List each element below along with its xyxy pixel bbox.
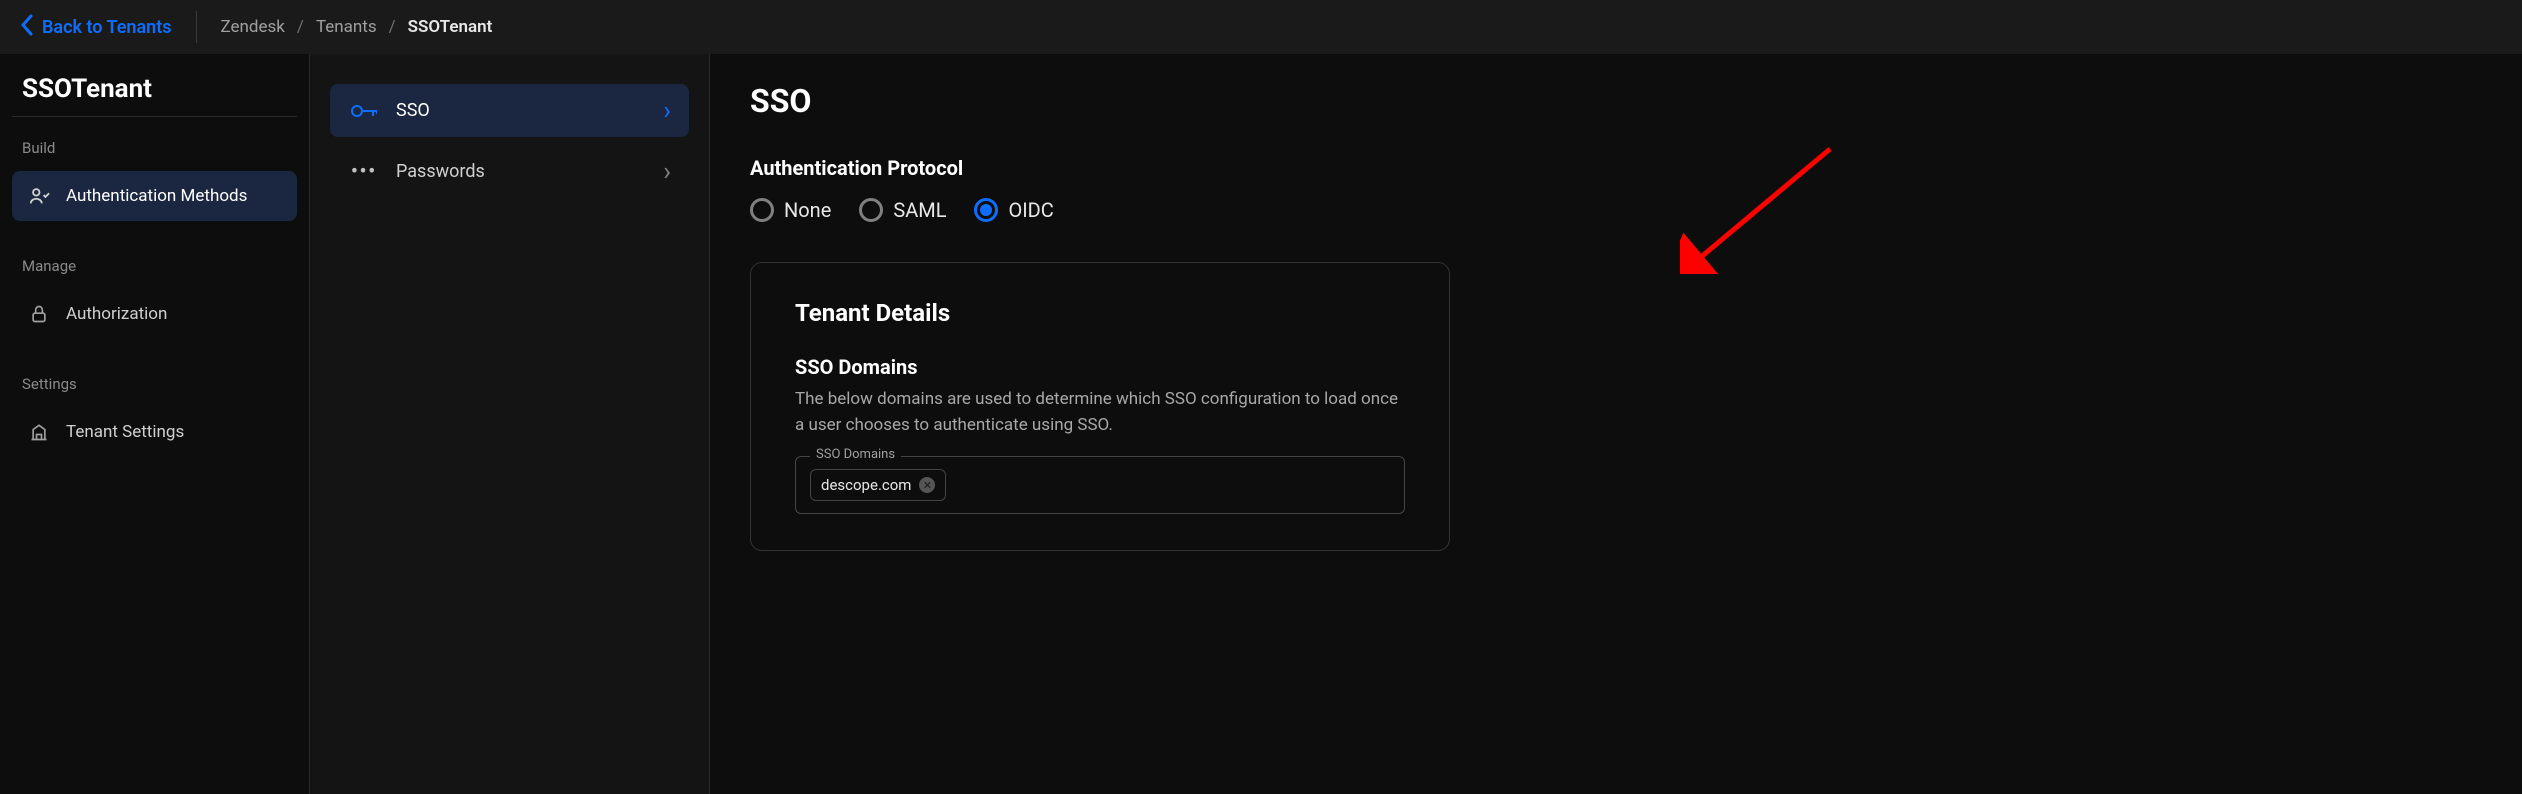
chip-close-icon[interactable]: ✕ <box>919 477 935 493</box>
breadcrumb-item[interactable]: Tenants <box>316 17 377 37</box>
domain-chip: descope.com ✕ <box>810 469 946 501</box>
radio-icon <box>974 198 998 222</box>
header: Back to Tenants Zendesk / Tenants / SSOT… <box>0 0 2522 54</box>
submenu-item-sso[interactable]: SSO › <box>330 84 689 137</box>
sidebar-item-label: Tenant Settings <box>66 422 184 442</box>
main-layout: SSOTenant Build Authentication Methods M… <box>0 54 2522 794</box>
sidebar-item-label: Authentication Methods <box>66 186 247 206</box>
sidebar-item-tenant-settings[interactable]: Tenant Settings <box>12 407 297 457</box>
sso-domains-title: SSO Domains <box>795 355 1405 379</box>
submenu-item-label: SSO <box>396 100 430 121</box>
content: SSO Authentication Protocol None SAML OI… <box>710 54 2522 794</box>
submenu: SSO › ••• Passwords › <box>310 54 710 794</box>
radio-option-oidc[interactable]: OIDC <box>974 198 1053 222</box>
user-auth-icon <box>28 185 50 207</box>
radio-option-none[interactable]: None <box>750 198 831 222</box>
sidebar: SSOTenant Build Authentication Methods M… <box>0 54 310 794</box>
radio-icon <box>859 198 883 222</box>
breadcrumb-current: SSOTenant <box>408 17 493 37</box>
back-to-tenants-link[interactable]: Back to Tenants <box>20 14 172 41</box>
sidebar-section-manage: Manage <box>12 257 297 289</box>
lock-icon <box>28 303 50 325</box>
radio-label: OIDC <box>1008 198 1053 222</box>
sidebar-item-auth-methods[interactable]: Authentication Methods <box>12 171 297 221</box>
building-icon <box>28 421 50 443</box>
chevron-right-icon: › <box>663 159 671 185</box>
breadcrumb-item[interactable]: Zendesk <box>221 17 285 37</box>
input-legend: SSO Domains <box>810 447 901 462</box>
chip-label: descope.com <box>821 476 911 494</box>
auth-protocol-label: Authentication Protocol <box>750 156 2482 180</box>
chevron-left-icon <box>20 14 34 41</box>
header-divider <box>196 11 197 43</box>
chevron-right-icon: › <box>663 98 671 124</box>
auth-protocol-radio-group: None SAML OIDC <box>750 198 2482 222</box>
submenu-item-label: Passwords <box>396 161 485 182</box>
breadcrumb-separator: / <box>297 17 304 37</box>
radio-icon <box>750 198 774 222</box>
page-title: SSO <box>750 82 2482 120</box>
sidebar-item-label: Authorization <box>66 304 167 324</box>
tenant-details-card: Tenant Details SSO Domains The below dom… <box>750 262 1450 551</box>
sidebar-title: SSOTenant <box>12 74 297 117</box>
breadcrumb: Zendesk / Tenants / SSOTenant <box>221 17 493 37</box>
radio-label: SAML <box>893 198 946 222</box>
sidebar-item-authorization[interactable]: Authorization <box>12 289 297 339</box>
key-icon <box>350 103 378 119</box>
sidebar-section-settings: Settings <box>12 375 297 407</box>
password-icon: ••• <box>350 161 378 182</box>
submenu-item-passwords[interactable]: ••• Passwords › <box>330 145 689 198</box>
tenant-details-title: Tenant Details <box>795 299 1405 327</box>
radio-option-saml[interactable]: SAML <box>859 198 946 222</box>
sso-domains-description: The below domains are used to determine … <box>795 387 1405 438</box>
radio-label: None <box>784 198 831 222</box>
breadcrumb-separator: / <box>389 17 396 37</box>
sso-domains-input[interactable]: SSO Domains descope.com ✕ <box>795 456 1405 514</box>
sidebar-section-build: Build <box>12 139 297 171</box>
back-label: Back to Tenants <box>42 17 172 38</box>
